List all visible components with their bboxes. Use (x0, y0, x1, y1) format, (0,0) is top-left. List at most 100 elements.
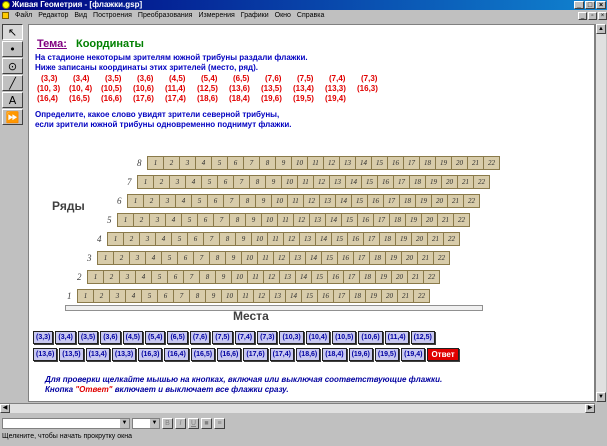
flag-toggle-button[interactable]: (6,5) (167, 331, 188, 344)
minimize-button[interactable]: _ (574, 1, 584, 9)
menu-transform[interactable]: Преобразования (135, 12, 196, 19)
doc-restore-button[interactable]: ▫ (588, 11, 597, 20)
seat-row: 1 2 3 4 5 6 7 8 9 10 11 12 13 14 15 16 17 18 19 20 21 22 (97, 251, 450, 265)
arrow-tool-icon[interactable]: ↖ (2, 24, 23, 40)
row-number: 7 (127, 177, 132, 187)
menu-construct[interactable]: Построения (90, 12, 135, 19)
underline-icon[interactable]: U (188, 417, 199, 429)
seat: 2 (104, 271, 119, 283)
flag-toggle-button[interactable]: (18,4) (322, 348, 347, 361)
seat: 17 (354, 252, 369, 264)
flag-toggle-button[interactable]: (16,4) (164, 348, 189, 361)
flag-toggle-button[interactable]: (17,4) (269, 348, 294, 361)
flag-toggle-button[interactable]: (7,3) (257, 331, 278, 344)
bold-icon[interactable]: B (162, 417, 173, 429)
color-icon[interactable]: ■ (201, 417, 212, 429)
flag-toggle-button[interactable]: (13,3) (111, 348, 137, 361)
flag-toggle-button[interactable]: (7,4) (234, 331, 256, 344)
flag-toggle-button[interactable]: (4,5) (122, 331, 144, 344)
flag-toggle-button[interactable]: (12,5) (410, 331, 435, 344)
seat: 2 (144, 195, 159, 207)
stadium-image: Ряды Места 1 1 2 3 4 5 6 7 8 9 10 11 12 13 14 15 16 17 18 1… (37, 133, 592, 328)
answer-button[interactable]: Ответ (427, 348, 459, 361)
seat-row: 1 2 3 4 5 6 7 8 9 10 11 12 13 14 15 16 17 18 19 20 21 22 (147, 156, 500, 170)
flag-toggle-button[interactable]: (16,6) (217, 348, 242, 361)
flag-toggle-button[interactable]: (7,6) (189, 331, 211, 344)
flag-toggle-button[interactable]: (10,5) (332, 331, 357, 344)
flag-toggle-button[interactable]: (5,4) (145, 331, 166, 344)
seat: 21 (408, 271, 423, 283)
scroll-right-icon[interactable]: ▶ (585, 404, 595, 413)
seat: 5 (142, 290, 157, 302)
flag-toggle-button[interactable]: (18,6) (295, 348, 321, 361)
flag-toggle-button[interactable]: (3,6) (100, 331, 121, 344)
flag-toggle-button[interactable]: (3,3) (33, 331, 54, 344)
seat: 10 (272, 195, 287, 207)
flag-toggle-button[interactable]: (3,5) (77, 331, 99, 344)
flag-toggle-button[interactable]: (13,5) (59, 348, 84, 361)
seat: 9 (266, 176, 281, 188)
flag-toggle-button[interactable]: (17,6) (243, 348, 268, 361)
italic-icon[interactable]: I (175, 417, 186, 429)
seat: 10 (282, 176, 297, 188)
size-select[interactable]: ▼ (132, 417, 160, 429)
flag-toggle-button[interactable]: (10,6) (358, 331, 383, 344)
seat: 3 (120, 271, 135, 283)
maximize-button[interactable]: □ (585, 1, 595, 9)
question-text: Определите, какое слово увидят зрители с… (35, 110, 292, 130)
coord-item: (3,4) (73, 74, 90, 83)
seat: 15 (302, 290, 317, 302)
doc-minimize-button[interactable]: _ (578, 11, 587, 20)
straightedge-tool-icon[interactable]: ╱ (2, 75, 23, 91)
coord-item: (11,4) (165, 84, 186, 93)
seat: 5 (212, 157, 227, 169)
scroll-down-icon[interactable]: ▼ (596, 392, 606, 402)
close-button[interactable]: × (596, 1, 606, 9)
menu-view[interactable]: Вид (71, 12, 90, 19)
doc-close-button[interactable]: × (598, 11, 607, 20)
flag-toggle-button[interactable]: (13,4) (85, 348, 110, 361)
seat: 3 (160, 195, 175, 207)
document-icon[interactable] (2, 12, 9, 19)
flag-toggle-button[interactable]: (10,3) (279, 331, 304, 344)
flag-toggle-button[interactable]: (19,4) (401, 348, 426, 361)
flag-toggle-button[interactable]: (10,4) (305, 331, 331, 344)
menu-file[interactable]: Файл (12, 12, 35, 19)
scroll-up-icon[interactable]: ▲ (596, 24, 606, 34)
seat: 19 (396, 233, 411, 245)
seat: 8 (200, 271, 215, 283)
toolbox: ↖ • ⊙ ╱ A ⏩ (2, 24, 25, 125)
seat: 2 (154, 176, 169, 188)
seat: 10 (252, 233, 267, 245)
scroll-left-icon[interactable]: ◀ (0, 404, 10, 413)
horizontal-scrollbar[interactable]: ◀ ▶ (0, 403, 595, 413)
custom-tool-icon[interactable]: ⏩ (2, 109, 23, 125)
style-icon[interactable]: ≡ (214, 417, 225, 429)
vertical-scrollbar[interactable]: ▲ ▼ (595, 24, 606, 402)
seat: 10 (242, 252, 257, 264)
flag-toggle-button[interactable]: (19,5) (374, 348, 400, 361)
flag-toggle-button[interactable]: (7,5) (212, 331, 233, 344)
menu-graph[interactable]: Графики (238, 12, 272, 19)
point-tool-icon[interactable]: • (2, 41, 23, 57)
menu-help[interactable]: Справка (294, 12, 327, 19)
menu-window[interactable]: Окно (272, 12, 294, 19)
menu-measure[interactable]: Измерения (195, 12, 237, 19)
coord-item: (17,6) (133, 94, 154, 103)
seat: 19 (376, 271, 391, 283)
flag-toggle-button[interactable]: (19,6) (348, 348, 373, 361)
coord-item: (7,3) (361, 74, 378, 83)
flag-toggle-button[interactable]: (13,6) (33, 348, 58, 361)
seat: 10 (292, 157, 307, 169)
row-number: 1 (67, 291, 72, 301)
font-select[interactable]: ▼ (2, 417, 130, 429)
menu-edit[interactable]: Редактор (35, 12, 71, 19)
flag-toggle-button[interactable]: (16,3) (138, 348, 163, 361)
compass-tool-icon[interactable]: ⊙ (2, 58, 23, 74)
flag-toggle-button[interactable]: (3,4) (55, 331, 76, 344)
sketch-canvas[interactable]: Тема: Координаты На стадионе некоторым з… (28, 24, 595, 402)
flag-toggle-button[interactable]: (16,5) (190, 348, 216, 361)
flag-toggle-button[interactable]: (11,4) (384, 331, 409, 344)
text-tool-icon[interactable]: A (2, 92, 23, 108)
seat: 1 (128, 195, 143, 207)
